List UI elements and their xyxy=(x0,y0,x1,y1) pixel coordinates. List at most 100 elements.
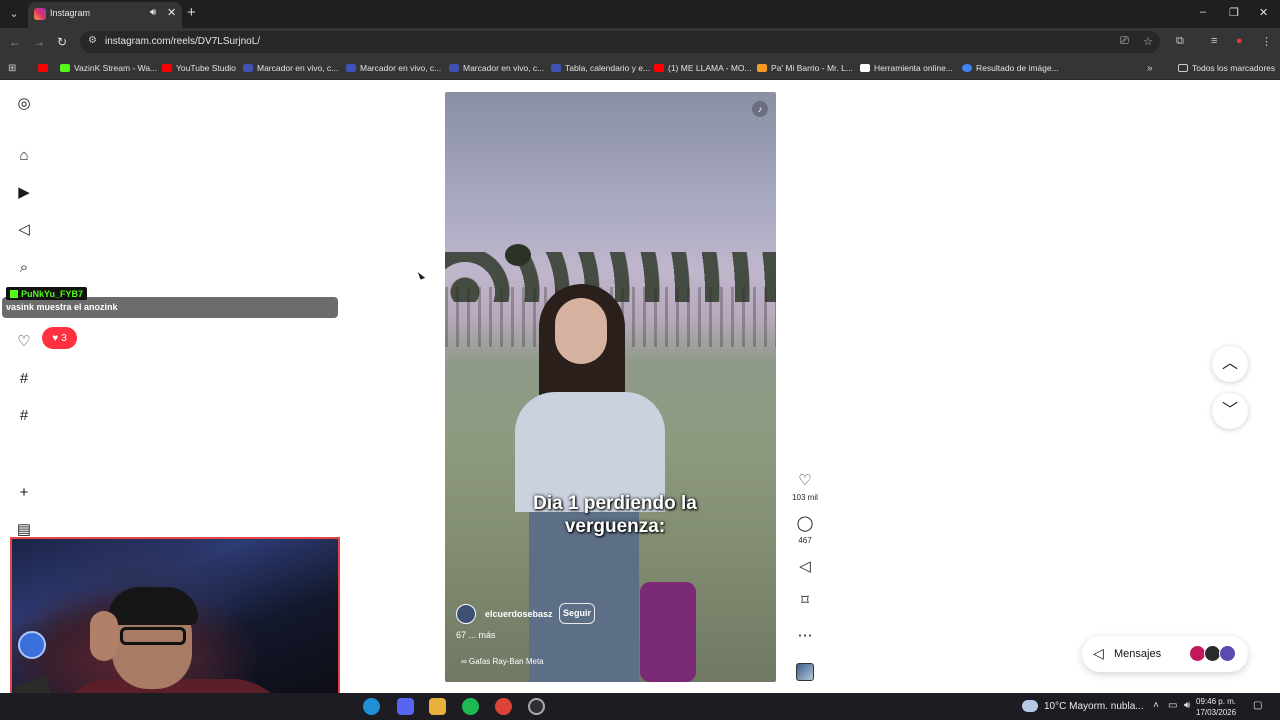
heart-icon[interactable]: ♡ xyxy=(15,333,33,351)
bookmark-item[interactable]: Herramienta online... xyxy=(860,62,953,74)
clock-time: 09:46 p. m. xyxy=(1196,697,1237,706)
mouse-cursor-icon xyxy=(417,270,426,280)
url-field[interactable]: ⚙ instagram.com/reels/DV7LSurjnoL/ xyxy=(80,31,1160,53)
bookmark-item[interactable]: Resultado de imáge... xyxy=(962,62,1059,74)
messages-button[interactable]: ◁ Mensajes xyxy=(1082,636,1248,672)
bookmark-item[interactable]: Pa' Mi Barrio - Mr. L... xyxy=(757,62,853,74)
tab-close-icon[interactable]: ✕ xyxy=(167,6,176,19)
forward-arrow-icon[interactable]: → xyxy=(33,35,45,49)
spotify-icon[interactable] xyxy=(462,698,479,715)
more-bookmarks-icon[interactable]: » xyxy=(1147,62,1153,74)
system-clock[interactable]: 09:46 p. m. 17/03/2026 xyxy=(1196,696,1236,718)
clock-date: 17/03/2026 xyxy=(1196,708,1237,717)
audio-thumbnail[interactable] xyxy=(796,663,814,681)
comment-icon[interactable]: ◯ xyxy=(796,515,814,533)
webcam-glasses xyxy=(120,627,186,645)
webcam-logo-icon xyxy=(18,631,46,659)
bookmark-star-icon[interactable]: ☆ xyxy=(1143,35,1153,48)
restore-button[interactable]: ❐ xyxy=(1229,6,1239,19)
likes-count: 103 mil xyxy=(792,493,818,502)
media-control-icon[interactable]: ≡ xyxy=(1211,35,1217,47)
bookmark-youtube-icon[interactable] xyxy=(38,62,48,74)
reel-description[interactable]: 67 ... más xyxy=(456,630,496,640)
reel-video[interactable]: ♪ Dia 1 perdiendo la verguenza: elcuerdo… xyxy=(445,92,776,682)
apps-grid-icon[interactable]: ⊞ xyxy=(8,62,16,74)
site-info-icon[interactable]: ⚙ xyxy=(88,35,97,46)
new-tab-button[interactable]: + xyxy=(187,4,196,22)
tab-instagram[interactable]: Instagram 🔊︎ ✕ xyxy=(28,2,182,28)
bookmark-item[interactable]: (1) ME LLAMA - MO... xyxy=(654,62,752,74)
next-reel-button[interactable]: ﹀ xyxy=(1212,393,1248,429)
more-options-icon[interactable]: ⋯ xyxy=(796,627,814,645)
cloud-icon xyxy=(1022,700,1038,712)
home-icon[interactable]: ⌂ xyxy=(15,147,33,165)
kick-logo-icon xyxy=(10,289,18,298)
webcam-hand xyxy=(90,611,118,661)
tab-audio-icon[interactable]: 🔊︎ xyxy=(150,7,156,18)
instagram-logo-icon[interactable]: ◎ xyxy=(15,95,33,113)
tab-search-chevron-icon[interactable]: ⌄ xyxy=(4,4,24,24)
send-icon[interactable]: ◁ xyxy=(15,221,33,239)
messages-label: Mensajes xyxy=(1114,648,1162,660)
minimize-button[interactable]: – xyxy=(1200,6,1206,18)
author-avatar[interactable] xyxy=(456,604,476,624)
bookmark-item[interactable]: Marcador en vivo, c... xyxy=(346,62,441,74)
heart-filled-icon: ♥ xyxy=(52,332,59,344)
like-heart-icon[interactable]: ♡ xyxy=(796,472,814,490)
reel-palm xyxy=(505,244,531,266)
bookmark-item[interactable]: YouTube Studio xyxy=(162,62,236,74)
hashtag-icon[interactable]: # xyxy=(15,370,33,388)
bookmark-item[interactable]: Tabla, calendario y e... xyxy=(551,62,650,74)
chat-user-badge: PuNkYu_FYB7 xyxy=(6,287,88,300)
all-bookmarks-folder[interactable]: Todos los marcadores xyxy=(1178,62,1275,74)
webcam-hair xyxy=(108,587,198,625)
install-app-icon[interactable]: ⎚ xyxy=(1120,35,1129,48)
back-arrow-icon[interactable]: ← xyxy=(9,35,21,49)
bookmark-item[interactable]: Marcador en vivo, c... xyxy=(449,62,544,74)
comments-count: 467 xyxy=(798,536,812,545)
discord-icon[interactable] xyxy=(397,698,414,715)
description-more[interactable]: ... más xyxy=(469,630,496,640)
previous-reel-button[interactable]: ︿ xyxy=(1212,346,1248,382)
windows-taskbar: 10°C Mayorm. nubla... ˄ ▭ 🔊︎ 09:46 p. m.… xyxy=(0,693,1280,720)
author-username[interactable]: elcuerdosebasz xyxy=(485,609,553,619)
volume-icon[interactable]: 🔊︎ xyxy=(1184,700,1190,711)
notification-center-icon[interactable]: ▢ xyxy=(1253,700,1262,711)
follow-button[interactable]: Seguir xyxy=(559,603,595,624)
reload-icon[interactable]: ↻ xyxy=(57,35,67,49)
edge-icon[interactable] xyxy=(363,698,380,715)
create-plus-icon[interactable]: + xyxy=(15,484,33,502)
reel-person-face xyxy=(555,298,607,364)
webcam-overlay xyxy=(10,537,340,713)
share-send-icon[interactable]: ◁ xyxy=(796,558,814,576)
chrome-icon[interactable] xyxy=(495,698,512,715)
sound-toggle-icon[interactable]: ♪ xyxy=(752,101,768,117)
reels-icon[interactable]: ▶ xyxy=(15,184,33,202)
notification-badge[interactable]: ♥ 3 xyxy=(42,327,77,349)
notification-count: 3 xyxy=(61,332,67,344)
reel-bag xyxy=(640,582,696,682)
bookmark-item[interactable]: Marcador en vivo, c... xyxy=(243,62,338,74)
bookmark-item[interactable]: VazinK Stream - Wa... xyxy=(60,62,157,74)
network-icon[interactable]: ▭ xyxy=(1168,700,1177,711)
extensions-icon[interactable]: ⧉ xyxy=(1176,35,1184,48)
weather-widget[interactable]: 10°C Mayorm. nubla... xyxy=(1022,700,1144,712)
save-bookmark-icon[interactable]: ⌑ xyxy=(796,592,814,610)
file-explorer-icon[interactable] xyxy=(429,698,446,715)
close-window-button[interactable]: ✕ xyxy=(1259,6,1268,19)
messages-send-icon: ◁ xyxy=(1093,645,1104,661)
address-bar-row: ← → ↻ ⚙ instagram.com/reels/DV7LSurjnoL/… xyxy=(0,28,1280,56)
chat-message: vasink muestra el anozink xyxy=(6,302,118,312)
url-text: instagram.com/reels/DV7LSurjnoL/ xyxy=(105,36,261,47)
message-avatar xyxy=(1219,645,1236,662)
tray-chevron-icon[interactable]: ˄ xyxy=(1153,700,1159,711)
description-count: 67 xyxy=(456,630,467,640)
hashtag-icon[interactable]: # xyxy=(15,407,33,425)
browser-tab-bar: ⌄ Instagram 🔊︎ ✕ + – ❐ ✕ xyxy=(0,0,1280,28)
browser-menu-icon[interactable]: ⋮ xyxy=(1261,35,1272,48)
product-tag[interactable]: ∞ Gafas Ray-Ban Meta xyxy=(461,657,544,666)
profile-icon[interactable]: ● xyxy=(1236,35,1243,47)
instagram-favicon-icon xyxy=(34,8,46,20)
search-icon[interactable]: ⌕ xyxy=(15,259,33,277)
obs-icon[interactable] xyxy=(528,698,545,715)
